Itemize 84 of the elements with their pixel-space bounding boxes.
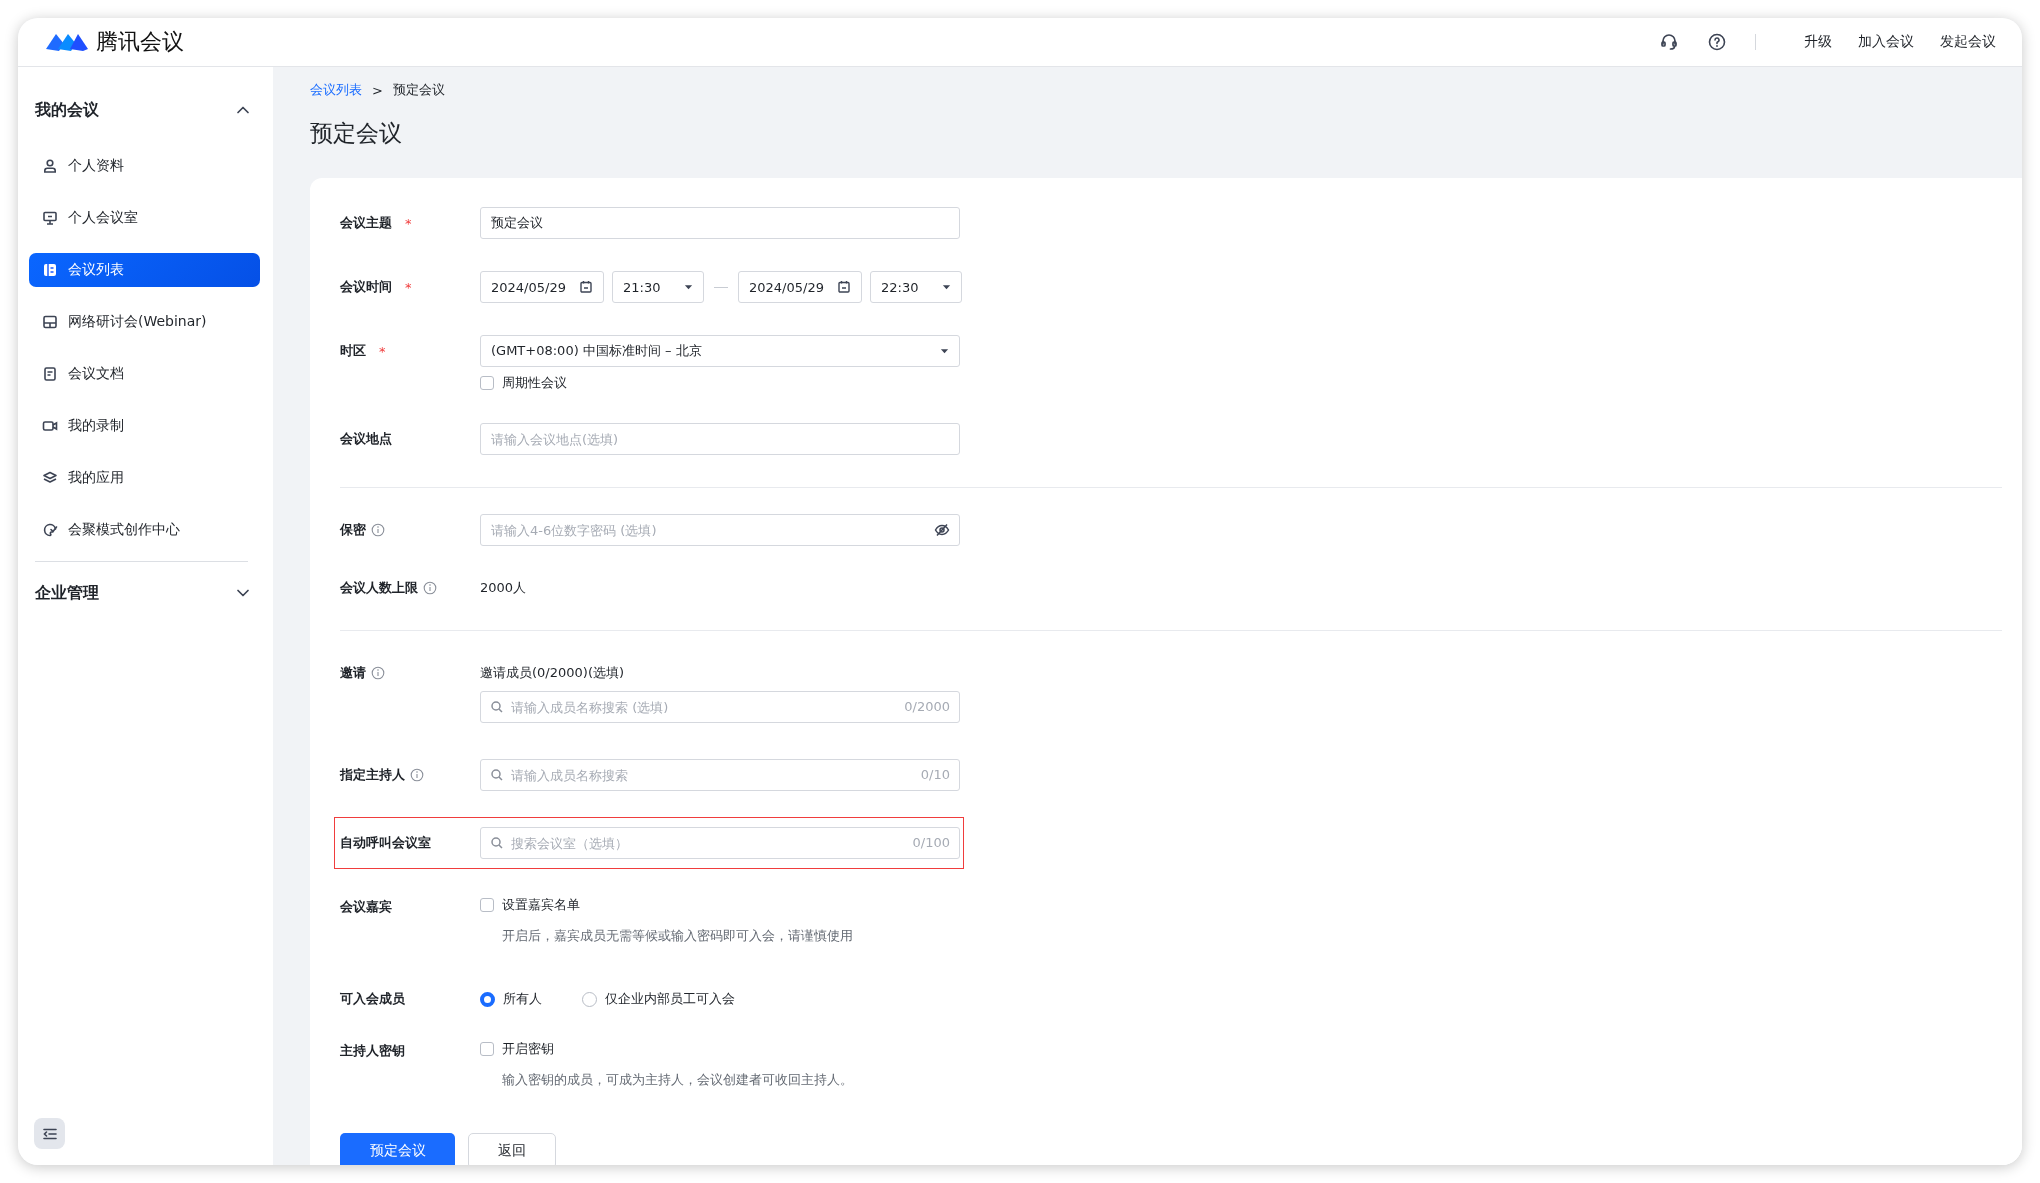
breadcrumb-link[interactable]: 会议列表 [310, 81, 362, 99]
page-title: 预定会议 [310, 119, 403, 148]
time-select[interactable]: 21:30 [612, 271, 704, 303]
caret-icon [940, 348, 949, 354]
field-label: 会议嘉宾 [340, 898, 392, 916]
top-link[interactable]: 加入会议 [1858, 33, 1914, 51]
submit-button[interactable]: 预定会议 [340, 1133, 455, 1165]
info-icon[interactable] [371, 523, 385, 537]
sidebar-group-title[interactable]: 我的会议 [35, 99, 99, 121]
count-text: 0/10 [920, 767, 950, 782]
checkbox-label[interactable]: 开启密钥 [502, 1040, 554, 1058]
date-picker[interactable]: 2024/05/29 [480, 271, 604, 303]
password-field[interactable]: 请输入4-6位数字密码 (选填) [480, 514, 960, 546]
document-icon [42, 366, 58, 382]
value-text: 2000人 [480, 579, 528, 597]
radio-label[interactable]: 仅企业内部员工可入会 [605, 990, 735, 1008]
top-link[interactable]: 发起会议 [1940, 33, 1996, 51]
radio-label[interactable]: 所有人 [503, 990, 542, 1008]
text-field[interactable]: 请输入会议地点(选填) [480, 423, 960, 455]
checkbox-label[interactable]: 设置嘉宾名单 [502, 896, 580, 914]
breadcrumb-separator: > [372, 82, 383, 98]
info-icon[interactable] [410, 768, 424, 782]
sidebar-item[interactable]: 会聚模式创作中心 [29, 513, 260, 547]
sidebar-item[interactable]: 我的应用 [29, 461, 260, 495]
checkbox[interactable] [480, 1042, 494, 1056]
field-label: 可入会成员 [340, 990, 405, 1008]
layers-icon [42, 470, 58, 486]
field-label: 自动呼叫会议室 [340, 834, 431, 852]
sidebar-item[interactable]: 会议列表 [29, 253, 260, 287]
checkbox[interactable] [480, 898, 494, 912]
sidebar-item[interactable]: 网络研讨会(Webinar) [29, 305, 260, 339]
text-field[interactable]: 预定会议 [480, 207, 960, 239]
collapse-sidebar-button[interactable] [34, 1118, 65, 1149]
eye-slash-icon[interactable] [934, 522, 950, 538]
required-mark: * [379, 343, 386, 359]
sidebar-item[interactable]: 个人资料 [29, 149, 260, 183]
search-icon [490, 768, 504, 782]
field-label: 会议地点 [340, 430, 392, 448]
sidebar-item[interactable]: 我的录制 [29, 409, 260, 443]
field-label: 时区 [340, 342, 366, 360]
caret-icon [684, 284, 693, 290]
field-label: 会议主题 [340, 214, 392, 232]
top-link[interactable]: 升级 [1804, 33, 1832, 51]
field-label: 指定主持人 [340, 766, 405, 784]
palette-icon [42, 522, 58, 538]
field-label: 保密 [340, 521, 366, 539]
hint-text: 开启后，嘉宾成员无需等候或输入密码即可入会，请谨慎使用 [502, 927, 854, 945]
sidebar-item[interactable]: 个人会议室 [29, 201, 260, 235]
calendar-icon [579, 280, 593, 294]
field-label: 邀请 [340, 664, 366, 682]
search-icon [490, 836, 504, 850]
count-text: 0/100 [912, 835, 950, 850]
headset-icon[interactable] [1659, 32, 1679, 52]
field-caption: 邀请成员(0/2000)(选填) [480, 664, 626, 682]
calendar-icon [837, 280, 851, 294]
time-select[interactable]: 22:30 [870, 271, 962, 303]
breadcrumb-current: 预定会议 [392, 81, 445, 99]
monitor-icon [42, 210, 58, 226]
sidebar-item[interactable]: 会议文档 [29, 357, 260, 391]
checkbox[interactable] [480, 376, 494, 390]
hint-text: 输入密钥的成员，可成为主持人，会议创建者可收回主持人。 [502, 1071, 854, 1089]
field-label: 主持人密钥 [340, 1042, 405, 1060]
checkbox-label[interactable]: 周期性会议 [502, 374, 567, 392]
camera-icon [42, 418, 58, 434]
required-mark: * [405, 279, 412, 295]
help-icon[interactable] [1707, 32, 1727, 52]
app-name: 腾讯会议 [96, 28, 184, 56]
required-mark: * [405, 215, 412, 231]
back-button[interactable]: 返回 [468, 1133, 556, 1165]
radio-button[interactable] [480, 991, 495, 1007]
list-icon [42, 262, 58, 278]
radio-button[interactable] [582, 991, 597, 1007]
timezone-select[interactable]: (GMT+08:00) 中国标准时间 – 北京 [480, 335, 960, 367]
info-icon[interactable] [371, 666, 385, 680]
date-picker[interactable]: 2024/05/29 [738, 271, 862, 303]
panel-icon [42, 314, 58, 330]
info-icon[interactable] [423, 581, 437, 595]
person-icon [42, 158, 58, 174]
search-icon [490, 700, 504, 714]
caret-icon [942, 284, 951, 290]
count-text: 0/2000 [904, 699, 950, 714]
sidebar-group-title[interactable]: 企业管理 [35, 582, 99, 604]
field-label: 会议人数上限 [340, 579, 418, 597]
field-label: 会议时间 [340, 278, 392, 296]
